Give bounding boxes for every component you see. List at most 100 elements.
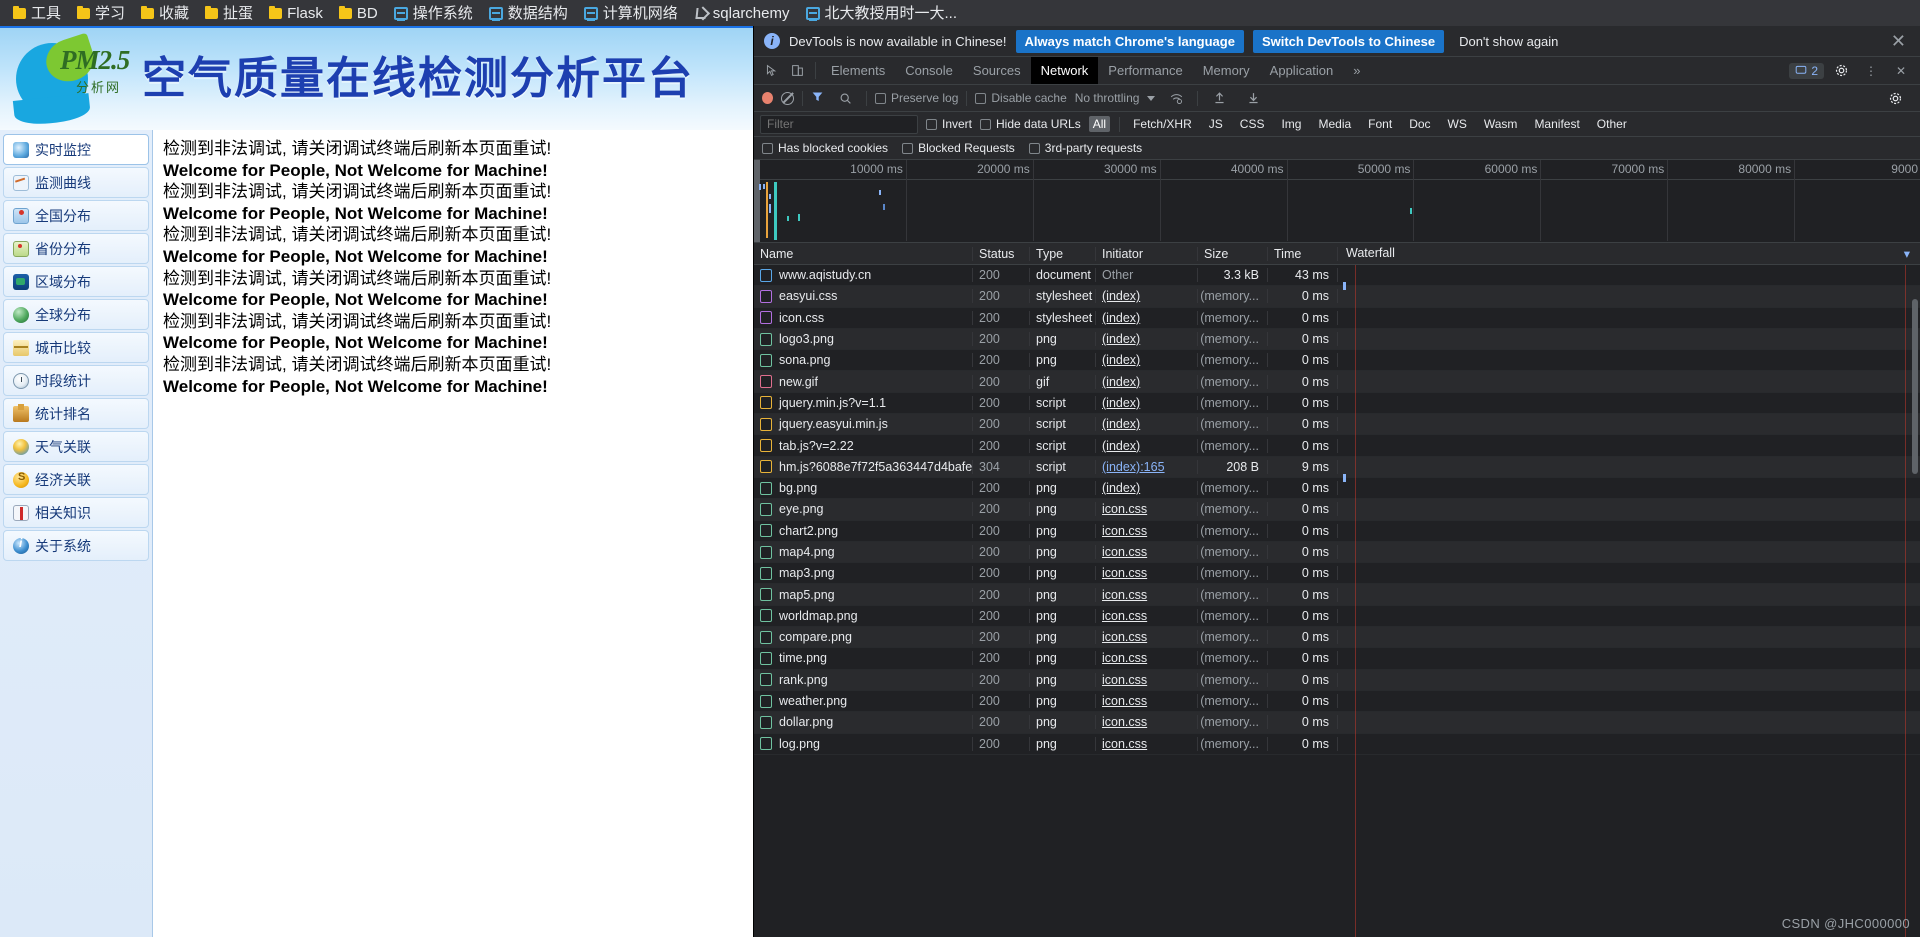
cell-name[interactable]: log.png [754,736,973,751]
table-row[interactable]: map3.png 200 png icon.css (memory... 0 ms [754,563,1920,585]
hide-data-urls-checkbox[interactable]: Hide data URLs [980,117,1081,131]
has-blocked-cookies-checkbox[interactable]: Has blocked cookies [762,141,888,155]
column-header-status[interactable]: Status [973,246,1030,261]
cell-initiator[interactable]: icon.css [1096,736,1198,751]
cell-initiator[interactable]: (index) [1096,374,1198,389]
column-header-initiator[interactable]: Initiator [1096,246,1198,261]
sidebar-item-2[interactable]: 监测曲线 [3,167,149,198]
cell-name[interactable]: icon.css [754,310,973,325]
sidebar-item-13[interactable]: 关于系统 [3,530,149,561]
bookmark-item[interactable]: BD [332,4,385,23]
cell-name[interactable]: www.aqistudy.cn [754,268,973,283]
always-match-language-button[interactable]: Always match Chrome's language [1015,29,1244,53]
devtools-tabbar-right[interactable]: 2 ⋮ ✕ [1789,57,1920,84]
filter-icon[interactable] [811,90,824,106]
resource-filter-img[interactable]: Img [1277,116,1305,132]
resource-filter-other[interactable]: Other [1593,116,1631,132]
cell-initiator[interactable]: icon.css [1096,630,1198,645]
has-blocked-cookies-box[interactable] [762,142,773,154]
initiator-link[interactable]: (index) [1102,396,1140,410]
cell-initiator[interactable]: (index) [1096,395,1198,410]
cell-name[interactable]: map4.png [754,545,973,559]
sidebar-item-1[interactable]: 实时监控 [3,134,149,165]
table-row[interactable]: sona.png 200 png (index) (memory... 0 ms [754,350,1920,372]
tab-application[interactable]: Application [1260,57,1344,84]
table-row[interactable]: compare.png 200 png icon.css (memory... 0 ms [754,627,1920,649]
cell-name[interactable]: jquery.easyui.min.js [754,417,973,432]
switch-devtools-to-chinese-button[interactable]: Switch DevTools to Chinese [1252,29,1445,53]
initiator-link[interactable]: (index) [1102,289,1140,303]
resource-filter-media[interactable]: Media [1314,116,1355,132]
sidebar-item-3[interactable]: 全国分布 [3,200,149,231]
invert-checkbox[interactable]: Invert [926,117,972,131]
resource-filter-manifest[interactable]: Manifest [1530,116,1583,132]
table-header-row[interactable]: Name Status Type Initiator Size Time Wat… [754,243,1920,265]
third-party-requests-checkbox[interactable]: 3rd-party requests [1028,141,1142,155]
blocked-requests-checkbox[interactable]: Blocked Requests [902,141,1015,155]
cell-initiator[interactable]: icon.css [1096,566,1198,581]
resource-filter-wasm[interactable]: Wasm [1480,116,1522,132]
resource-filter-doc[interactable]: Doc [1405,116,1434,132]
initiator-link[interactable]: (index) [1102,481,1140,495]
resource-filter-fetch-xhr[interactable]: Fetch/XHR [1129,116,1196,132]
initiator-link[interactable]: icon.css [1102,545,1147,559]
table-row[interactable]: new.gif 200 gif (index) (memory... 0 ms [754,371,1920,393]
network-toolbar[interactable]: Preserve log Disable cache No throttling [754,85,1920,112]
export-har-icon[interactable] [1240,91,1266,105]
table-row[interactable]: tab.js?v=2.22 200 script (index) (memory... 0… [754,435,1920,457]
network-conditions-icon[interactable] [1163,92,1189,105]
initiator-link[interactable]: icon.css [1102,502,1147,516]
table-row[interactable]: time.png 200 png icon.css (memory... 0 ms [754,648,1920,670]
network-filter-bar[interactable]: Invert Hide data URLs All Fetch/XHR JS CSS I… [754,112,1920,137]
cell-initiator[interactable]: icon.css [1096,715,1198,730]
resource-filter-ws[interactable]: WS [1444,116,1471,132]
cell-initiator[interactable]: (index) [1096,438,1198,453]
more-options-icon[interactable]: ⋮ [1858,64,1884,78]
table-row[interactable]: jquery.easyui.min.js 200 script (index) (mem… [754,414,1920,436]
cell-initiator[interactable]: icon.css [1096,523,1198,538]
sidebar-item-10[interactable]: 天气关联 [3,431,149,462]
resource-filter-js[interactable]: JS [1205,116,1227,132]
tab-memory[interactable]: Memory [1193,57,1260,84]
network-rows-container[interactable]: www.aqistudy.cn 200 document Other 3.3 kB 43 … [754,265,1920,755]
initiator-link[interactable]: (index) [1102,375,1140,389]
cell-initiator[interactable]: icon.css [1096,672,1198,687]
cell-initiator[interactable]: icon.css [1096,545,1198,559]
initiator-link[interactable]: icon.css [1102,630,1147,644]
sidebar-item-4[interactable]: 省份分布 [3,233,149,264]
cell-name[interactable]: time.png [754,651,973,666]
cell-name[interactable]: map5.png [754,587,973,602]
cell-initiator[interactable]: (index) [1096,289,1198,304]
preserve-log-checkbox[interactable]: Preserve log [875,91,958,105]
column-header-name[interactable]: Name [754,246,973,261]
initiator-link[interactable]: icon.css [1102,588,1147,602]
bookmark-item[interactable]: Flask [262,4,330,23]
preserve-log-box[interactable] [875,92,886,104]
sidebar-item-9[interactable]: 统计排名 [3,398,149,429]
table-row[interactable]: map4.png 200 png icon.css (memory... 0 ms [754,541,1920,564]
sidebar-item-8[interactable]: 时段统计 [3,365,149,396]
third-party-requests-box[interactable] [1028,142,1040,154]
table-row[interactable]: icon.css 200 stylesheet (index) (memory... 0 … [754,308,1920,329]
cell-name[interactable]: chart2.png [754,523,973,538]
sidebar-item-5[interactable]: 区域分布 [3,266,149,297]
device-toolbar-icon[interactable] [784,57,810,84]
tab-performance[interactable]: Performance [1098,57,1192,84]
cell-initiator[interactable]: Other [1096,268,1198,283]
initiator-link[interactable]: icon.css [1102,651,1147,665]
initiator-link[interactable]: (index) [1102,311,1140,325]
tab-console[interactable]: Console [895,57,963,84]
hide-data-urls-box[interactable] [980,118,992,130]
table-row[interactable]: rank.png 200 png icon.css (memory... 0 ms [754,669,1920,691]
tab-elements[interactable]: Elements [821,57,895,84]
column-header-waterfall[interactable]: Waterfall ▾ [1338,246,1920,261]
filter-input[interactable] [760,114,918,134]
devtools-tabbar[interactable]: Elements Console Sources Network Performance… [754,57,1920,85]
cell-name[interactable]: sona.png [754,353,973,368]
table-row[interactable]: map5.png 200 png icon.css (memory... 0 ms [754,584,1920,606]
column-header-type[interactable]: Type [1030,246,1096,261]
cell-initiator[interactable]: icon.css [1096,651,1198,666]
cell-initiator[interactable]: (index) [1096,481,1198,496]
initiator-link[interactable]: icon.css [1102,524,1147,538]
issues-count-badge[interactable]: 2 [1789,62,1824,79]
